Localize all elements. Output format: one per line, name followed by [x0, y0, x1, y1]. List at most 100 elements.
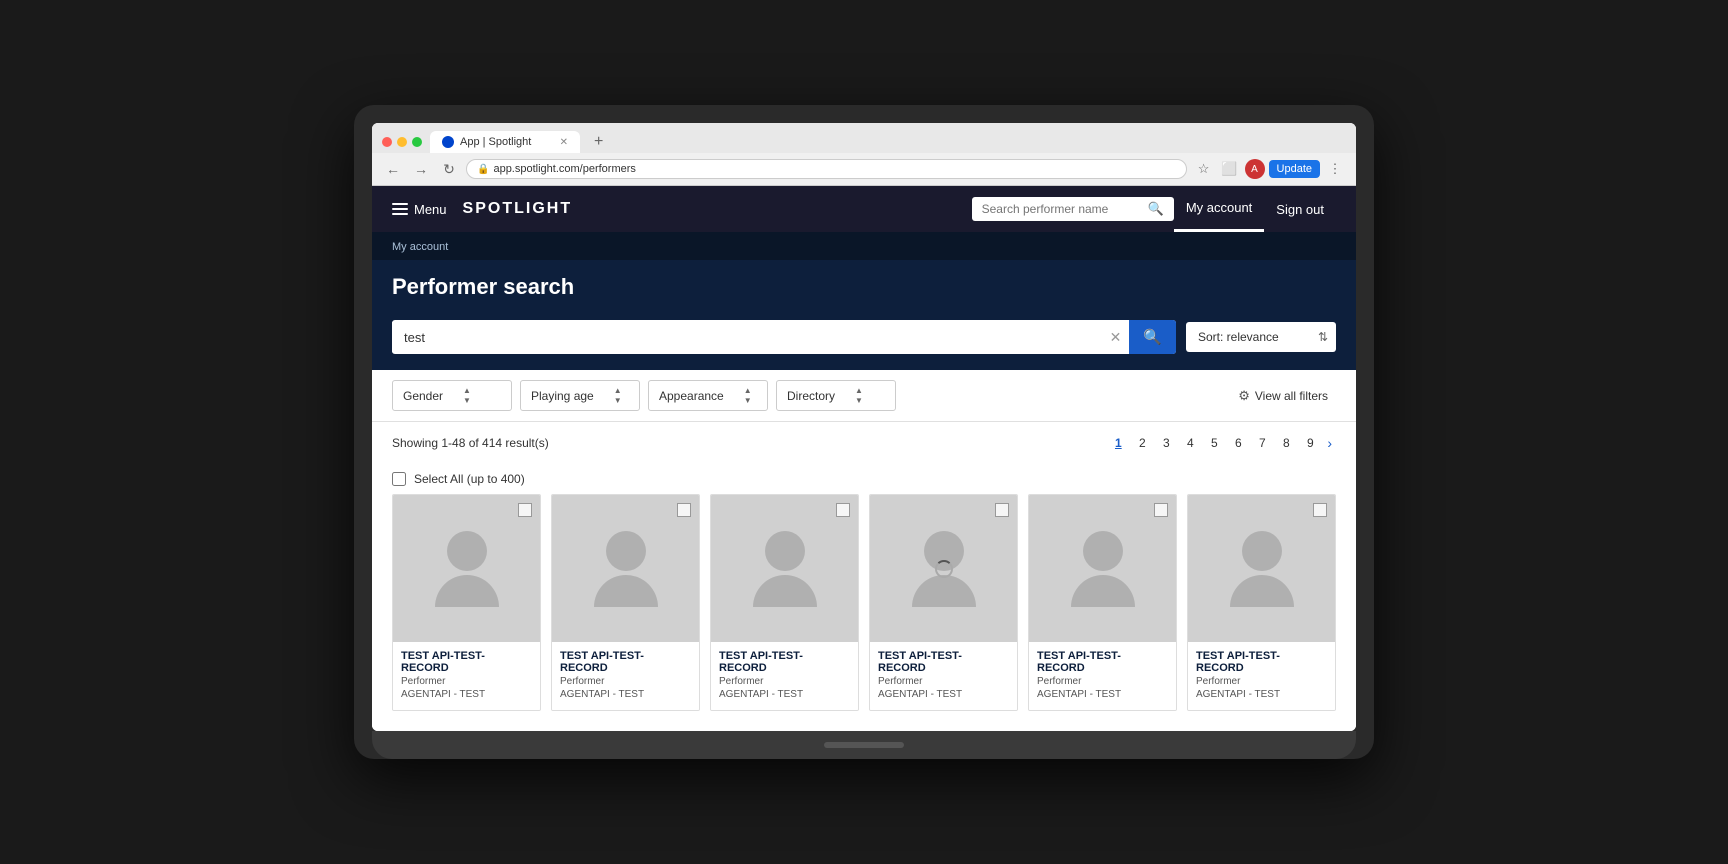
close-window-btn[interactable] — [382, 137, 392, 147]
page-3[interactable]: 3 — [1155, 432, 1177, 454]
card-role: Performer — [401, 676, 532, 687]
gender-filter-arrows: ▲▼ — [463, 386, 471, 405]
page-8[interactable]: 8 — [1275, 432, 1297, 454]
breadcrumb[interactable]: My account — [392, 241, 448, 253]
hamburger-line-3 — [392, 213, 408, 215]
search-submit-btn[interactable]: 🔍 — [1129, 320, 1176, 354]
select-all-checkbox[interactable] — [392, 472, 406, 486]
page-2[interactable]: 2 — [1131, 432, 1153, 454]
loading-spinner — [870, 495, 1017, 642]
card-checkbox-3[interactable] — [995, 503, 1009, 517]
playing-age-filter[interactable]: Playing age ▲▼ — [520, 380, 640, 411]
url-text: app.spotlight.com/performers — [493, 163, 635, 175]
laptop-notch — [824, 742, 904, 748]
sort-dropdown[interactable]: Sort: relevance Sort: A-Z Sort: Z-A — [1186, 322, 1336, 352]
appearance-filter[interactable]: Appearance ▲▼ — [648, 380, 768, 411]
main-search-wrapper: ✕ 🔍 — [392, 320, 1176, 354]
card-image-inner — [711, 495, 858, 642]
my-account-link[interactable]: My account — [1174, 186, 1264, 232]
minimize-window-btn[interactable] — [397, 137, 407, 147]
card-role: Performer — [719, 676, 850, 687]
url-bar[interactable]: 🔒 app.spotlight.com/performers — [466, 159, 1187, 179]
search-icon: 🔍 — [1148, 201, 1164, 217]
browser-tab[interactable]: App | Spotlight ✕ — [430, 131, 580, 153]
select-all-bar: Select All (up to 400) — [372, 464, 1356, 494]
performer-card[interactable]: TEST API-TEST-RECORD Performer AGENTAPI … — [869, 494, 1018, 711]
reload-btn[interactable]: ↻ — [438, 158, 460, 180]
card-role: Performer — [1196, 676, 1327, 687]
avatar-body — [753, 575, 817, 607]
app-content: Menu SPOTLIGHT 🔍 My account Sign out My … — [372, 186, 1356, 731]
card-info: TEST API-TEST-RECORD Performer AGENTAPI … — [1188, 642, 1335, 710]
filter-bar: Gender ▲▼ Playing age ▲▼ Appearance ▲▼ — [372, 370, 1356, 422]
performer-card[interactable]: TEST API-TEST-RECORD Performer AGENTAPI … — [710, 494, 859, 711]
card-info: TEST API-TEST-RECORD Performer AGENTAPI … — [393, 642, 540, 710]
card-info: TEST API-TEST-RECORD Performer AGENTAPI … — [711, 642, 858, 710]
results-bar: Showing 1-48 of 414 result(s) 1 2 3 4 5 … — [372, 422, 1356, 464]
card-image-inner — [552, 495, 699, 642]
top-nav: Menu SPOTLIGHT 🔍 My account Sign out — [372, 186, 1356, 232]
forward-btn[interactable]: → — [410, 158, 432, 180]
card-image-area — [552, 495, 699, 642]
extension-icon[interactable]: ⬜ — [1219, 158, 1241, 180]
profile-icon[interactable]: A — [1245, 159, 1265, 179]
search-clear-btn[interactable]: ✕ — [1102, 329, 1130, 346]
card-image-area — [1188, 495, 1335, 642]
card-image-inner — [1029, 495, 1176, 642]
menu-dots-icon[interactable]: ⋮ — [1324, 158, 1346, 180]
gender-filter[interactable]: Gender ▲▼ — [392, 380, 512, 411]
menu-label: Menu — [414, 202, 447, 217]
avatar-head — [1083, 531, 1123, 571]
card-checkbox-2[interactable] — [836, 503, 850, 517]
page-9[interactable]: 9 — [1299, 432, 1321, 454]
screen: App | Spotlight ✕ + ← → ↻ 🔒 app.spotligh… — [372, 123, 1356, 731]
browser-toolbar: ← → ↻ 🔒 app.spotlight.com/performers ☆ ⬜… — [372, 153, 1356, 185]
card-image-inner — [1188, 495, 1335, 642]
page-4[interactable]: 4 — [1179, 432, 1201, 454]
playing-age-filter-arrows: ▲▼ — [614, 386, 622, 405]
update-button[interactable]: Update — [1269, 160, 1320, 178]
card-agency: AGENTAPI - TEST — [1196, 689, 1327, 700]
avatar-body — [435, 575, 499, 607]
card-role: Performer — [878, 676, 1009, 687]
page-5[interactable]: 5 — [1203, 432, 1225, 454]
tab-close-btn[interactable]: ✕ — [560, 137, 568, 148]
laptop-base — [372, 731, 1356, 759]
card-name: TEST API-TEST-RECORD — [560, 650, 691, 674]
results-count: Showing 1-48 of 414 result(s) — [392, 436, 549, 450]
view-all-filters-btn[interactable]: ⚙ View all filters — [1230, 383, 1336, 409]
tab-favicon — [442, 136, 454, 148]
page-1[interactable]: 1 — [1107, 432, 1129, 454]
gender-filter-label: Gender — [403, 389, 443, 403]
card-checkbox-1[interactable] — [677, 503, 691, 517]
page-7[interactable]: 7 — [1251, 432, 1273, 454]
back-btn[interactable]: ← — [382, 158, 404, 180]
card-checkbox-4[interactable] — [1154, 503, 1168, 517]
directory-filter[interactable]: Directory ▲▼ — [776, 380, 896, 411]
menu-button[interactable]: Menu — [392, 202, 447, 217]
main-search-input[interactable] — [392, 322, 1102, 353]
performer-card[interactable]: TEST API-TEST-RECORD Performer AGENTAPI … — [1187, 494, 1336, 711]
card-checkbox-5[interactable] — [1313, 503, 1327, 517]
sign-out-link[interactable]: Sign out — [1264, 186, 1336, 232]
card-image-inner — [393, 495, 540, 642]
performer-card[interactable]: TEST API-TEST-RECORD Performer AGENTAPI … — [392, 494, 541, 711]
card-agency: AGENTAPI - TEST — [401, 689, 532, 700]
avatar-placeholder — [1230, 531, 1294, 607]
performer-search-bar[interactable]: 🔍 — [972, 197, 1174, 221]
performer-card[interactable]: TEST API-TEST-RECORD Performer AGENTAPI … — [1028, 494, 1177, 711]
card-name: TEST API-TEST-RECORD — [1196, 650, 1327, 674]
laptop-frame: App | Spotlight ✕ + ← → ↻ 🔒 app.spotligh… — [354, 105, 1374, 759]
maximize-window-btn[interactable] — [412, 137, 422, 147]
page-6[interactable]: 6 — [1227, 432, 1249, 454]
performer-card[interactable]: TEST API-TEST-RECORD Performer AGENTAPI … — [551, 494, 700, 711]
card-checkbox-0[interactable] — [518, 503, 532, 517]
performer-search-input[interactable] — [982, 202, 1142, 216]
playing-age-filter-label: Playing age — [531, 389, 594, 403]
new-tab-btn[interactable]: + — [588, 133, 609, 151]
bookmark-icon[interactable]: ☆ — [1193, 158, 1215, 180]
card-role: Performer — [1037, 676, 1168, 687]
next-page-btn[interactable]: › — [1323, 435, 1336, 451]
avatar-placeholder — [753, 531, 817, 607]
browser-chrome: App | Spotlight ✕ + ← → ↻ 🔒 app.spotligh… — [372, 123, 1356, 186]
